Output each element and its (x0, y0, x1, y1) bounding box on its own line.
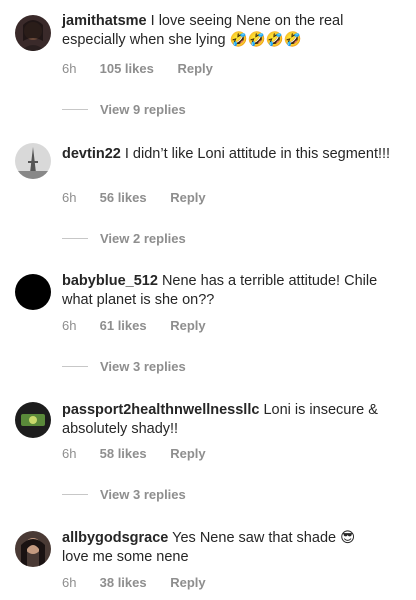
avatar-image (15, 531, 51, 567)
comment-meta: 6h 56 likes Reply (62, 190, 206, 205)
comment-likes[interactable]: 61 likes (100, 318, 147, 333)
comment-likes[interactable]: 58 likes (100, 446, 147, 461)
comment-username[interactable]: devtin22 (62, 146, 121, 162)
comment-username[interactable]: babyblue_512 (62, 273, 158, 289)
comment-text: jamithatsme I love seeing Nene on the re… (62, 12, 402, 50)
comment-body-line2: love me some nene (62, 549, 189, 565)
avatar-image (15, 402, 51, 438)
avatar[interactable] (15, 15, 51, 51)
view-replies-button[interactable]: View 2 replies (62, 231, 186, 246)
comment-username[interactable]: jamithatsme (62, 13, 147, 29)
divider-line (62, 109, 88, 110)
laughing-emoji: 🤣🤣🤣🤣 (229, 32, 302, 48)
divider-line (62, 238, 88, 239)
view-replies-label: View 2 replies (100, 231, 186, 246)
comment-likes[interactable]: 38 likes (100, 575, 147, 590)
view-replies-label: View 9 replies (100, 102, 186, 117)
avatar-image (15, 15, 51, 51)
divider-line (62, 494, 88, 495)
avatar-image (15, 143, 51, 179)
comment-body: I didn’t like Loni attitude in this segm… (124, 146, 391, 162)
comment-meta: 6h 38 likes Reply (62, 575, 206, 590)
avatar[interactable] (15, 402, 51, 438)
comment-username[interactable]: passport2healthnwellnessllc (62, 402, 259, 418)
comment-time: 6h (62, 575, 77, 590)
divider-line (62, 366, 88, 367)
comment-username[interactable]: allbygodsgrace (62, 530, 168, 546)
comment-time: 6h (62, 190, 77, 205)
comment-text: passport2healthnwellnessllc Loni is inse… (62, 401, 402, 439)
comment-meta: 6h 58 likes Reply (62, 446, 206, 461)
comment-time: 6h (62, 318, 77, 333)
comment-text: devtin22 I didn’t like Loni attitude in … (62, 145, 402, 164)
sunglasses-emoji: 😎 (340, 530, 356, 546)
comment-time: 6h (62, 61, 77, 76)
view-replies-button[interactable]: View 3 replies (62, 359, 186, 374)
view-replies-label: View 3 replies (100, 359, 186, 374)
avatar[interactable] (15, 274, 51, 310)
reply-button[interactable]: Reply (170, 446, 205, 461)
view-replies-button[interactable]: View 9 replies (62, 102, 186, 117)
comment-text: babyblue_512 Nene has a terrible attitud… (62, 272, 402, 310)
comment-meta: 6h 105 likes Reply (62, 61, 213, 76)
comment-body: Yes Nene saw that shade (172, 530, 337, 546)
comment-likes[interactable]: 56 likes (100, 190, 147, 205)
comment-time: 6h (62, 446, 77, 461)
comment-likes[interactable]: 105 likes (100, 61, 154, 76)
comment-meta: 6h 61 likes Reply (62, 318, 206, 333)
avatar-image (15, 274, 51, 310)
reply-button[interactable]: Reply (170, 190, 205, 205)
view-replies-label: View 3 replies (100, 487, 186, 502)
comment-text: allbygodsgrace Yes Nene saw that shade 😎… (62, 529, 402, 567)
reply-button[interactable]: Reply (170, 575, 205, 590)
view-replies-button[interactable]: View 3 replies (62, 487, 186, 502)
reply-button[interactable]: Reply (170, 318, 205, 333)
reply-button[interactable]: Reply (177, 61, 212, 76)
avatar[interactable] (15, 531, 51, 567)
avatar[interactable] (15, 143, 51, 179)
